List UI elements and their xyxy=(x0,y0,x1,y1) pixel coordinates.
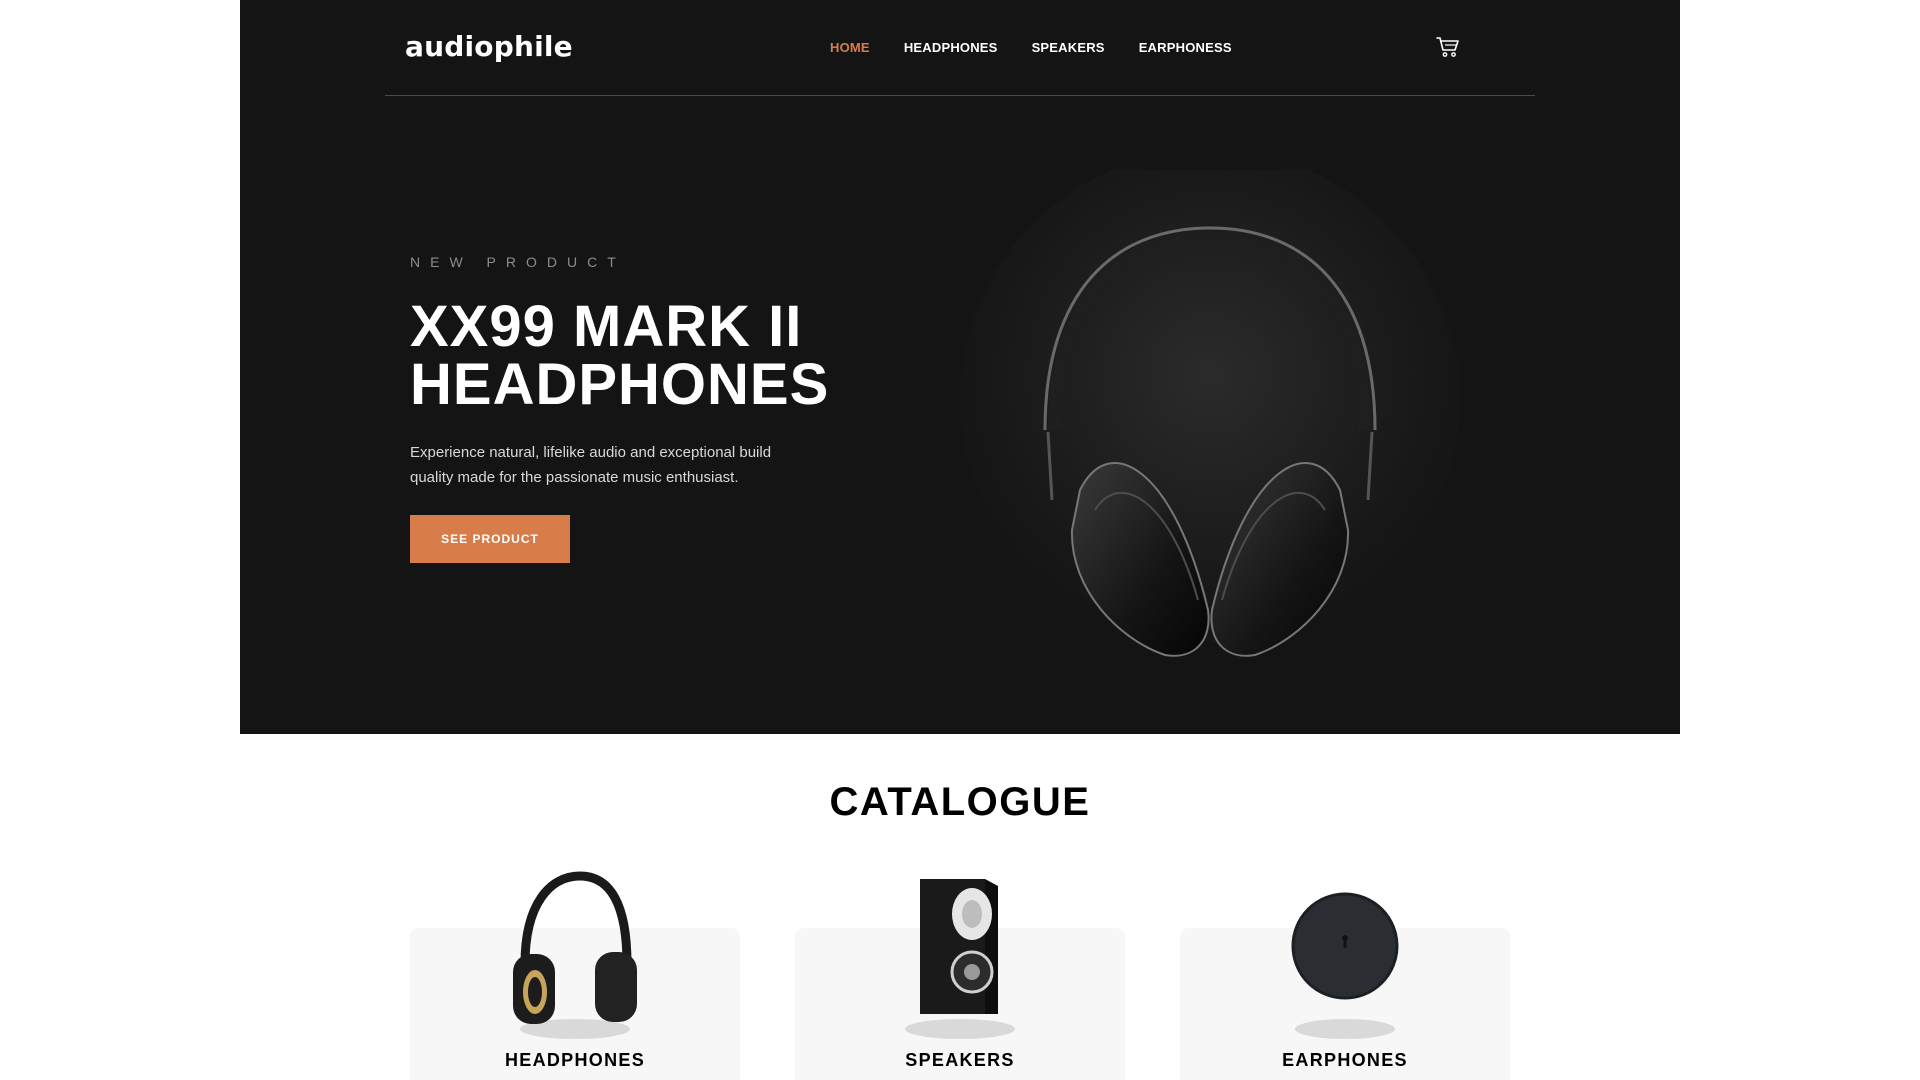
card-label-speakers: SPEAKERS xyxy=(905,1050,1015,1070)
hero-title-line1: XX99 MARK II xyxy=(410,294,803,359)
card-label-headphones: HEADPHONES xyxy=(504,1050,646,1070)
card-label-earphones: EARPHONES xyxy=(1282,1050,1408,1070)
catalogue-card-speakers[interactable]: SPEAKERS xyxy=(795,879,1125,1080)
catalogue-title: CATALOGUE xyxy=(829,780,1091,824)
nav-link-headphones[interactable]: HEADPHONES xyxy=(904,40,998,55)
brand-logo[interactable]: audiophile xyxy=(405,30,573,63)
headphones-icon xyxy=(495,864,655,1044)
nav-link-earphones[interactable]: EARPHONESS xyxy=(1139,40,1232,55)
hero-title: XX99 MARK II HEADPHONES xyxy=(410,298,870,414)
hero-text: NEW PRODUCT XX99 MARK II HEADPHONES Expe… xyxy=(410,254,870,563)
catalogue-card-headphones[interactable]: HEADPHONES xyxy=(410,871,740,1080)
nav-link-home[interactable]: HOME xyxy=(830,40,870,55)
hero-section: audiophile HOME HEADPHONES SPEAKERS EARP… xyxy=(240,0,1680,734)
see-product-button[interactable]: SEE PRODUCT xyxy=(410,515,570,563)
page: audiophile HOME HEADPHONES SPEAKERS EARP… xyxy=(0,0,1920,1080)
nav-links: HOME HEADPHONES SPEAKERS EARPHONESS xyxy=(830,40,1232,55)
speaker-icon xyxy=(880,864,1040,1044)
cart-icon[interactable] xyxy=(1436,36,1460,58)
top-nav: audiophile HOME HEADPHONES SPEAKERS EARP… xyxy=(385,0,1535,96)
hero-overline: NEW PRODUCT xyxy=(410,254,626,270)
catalogue-card-earphones[interactable]: EARPHONES xyxy=(1180,892,1510,1080)
earphones-case-icon xyxy=(1265,864,1425,1044)
hero-description: Experience natural, lifelike audio and e… xyxy=(410,444,772,486)
headphones-hero-image xyxy=(960,150,1460,690)
hero-title-line2: HEADPHONES xyxy=(410,352,830,417)
nav-link-speakers[interactable]: SPEAKERS xyxy=(1032,40,1105,55)
